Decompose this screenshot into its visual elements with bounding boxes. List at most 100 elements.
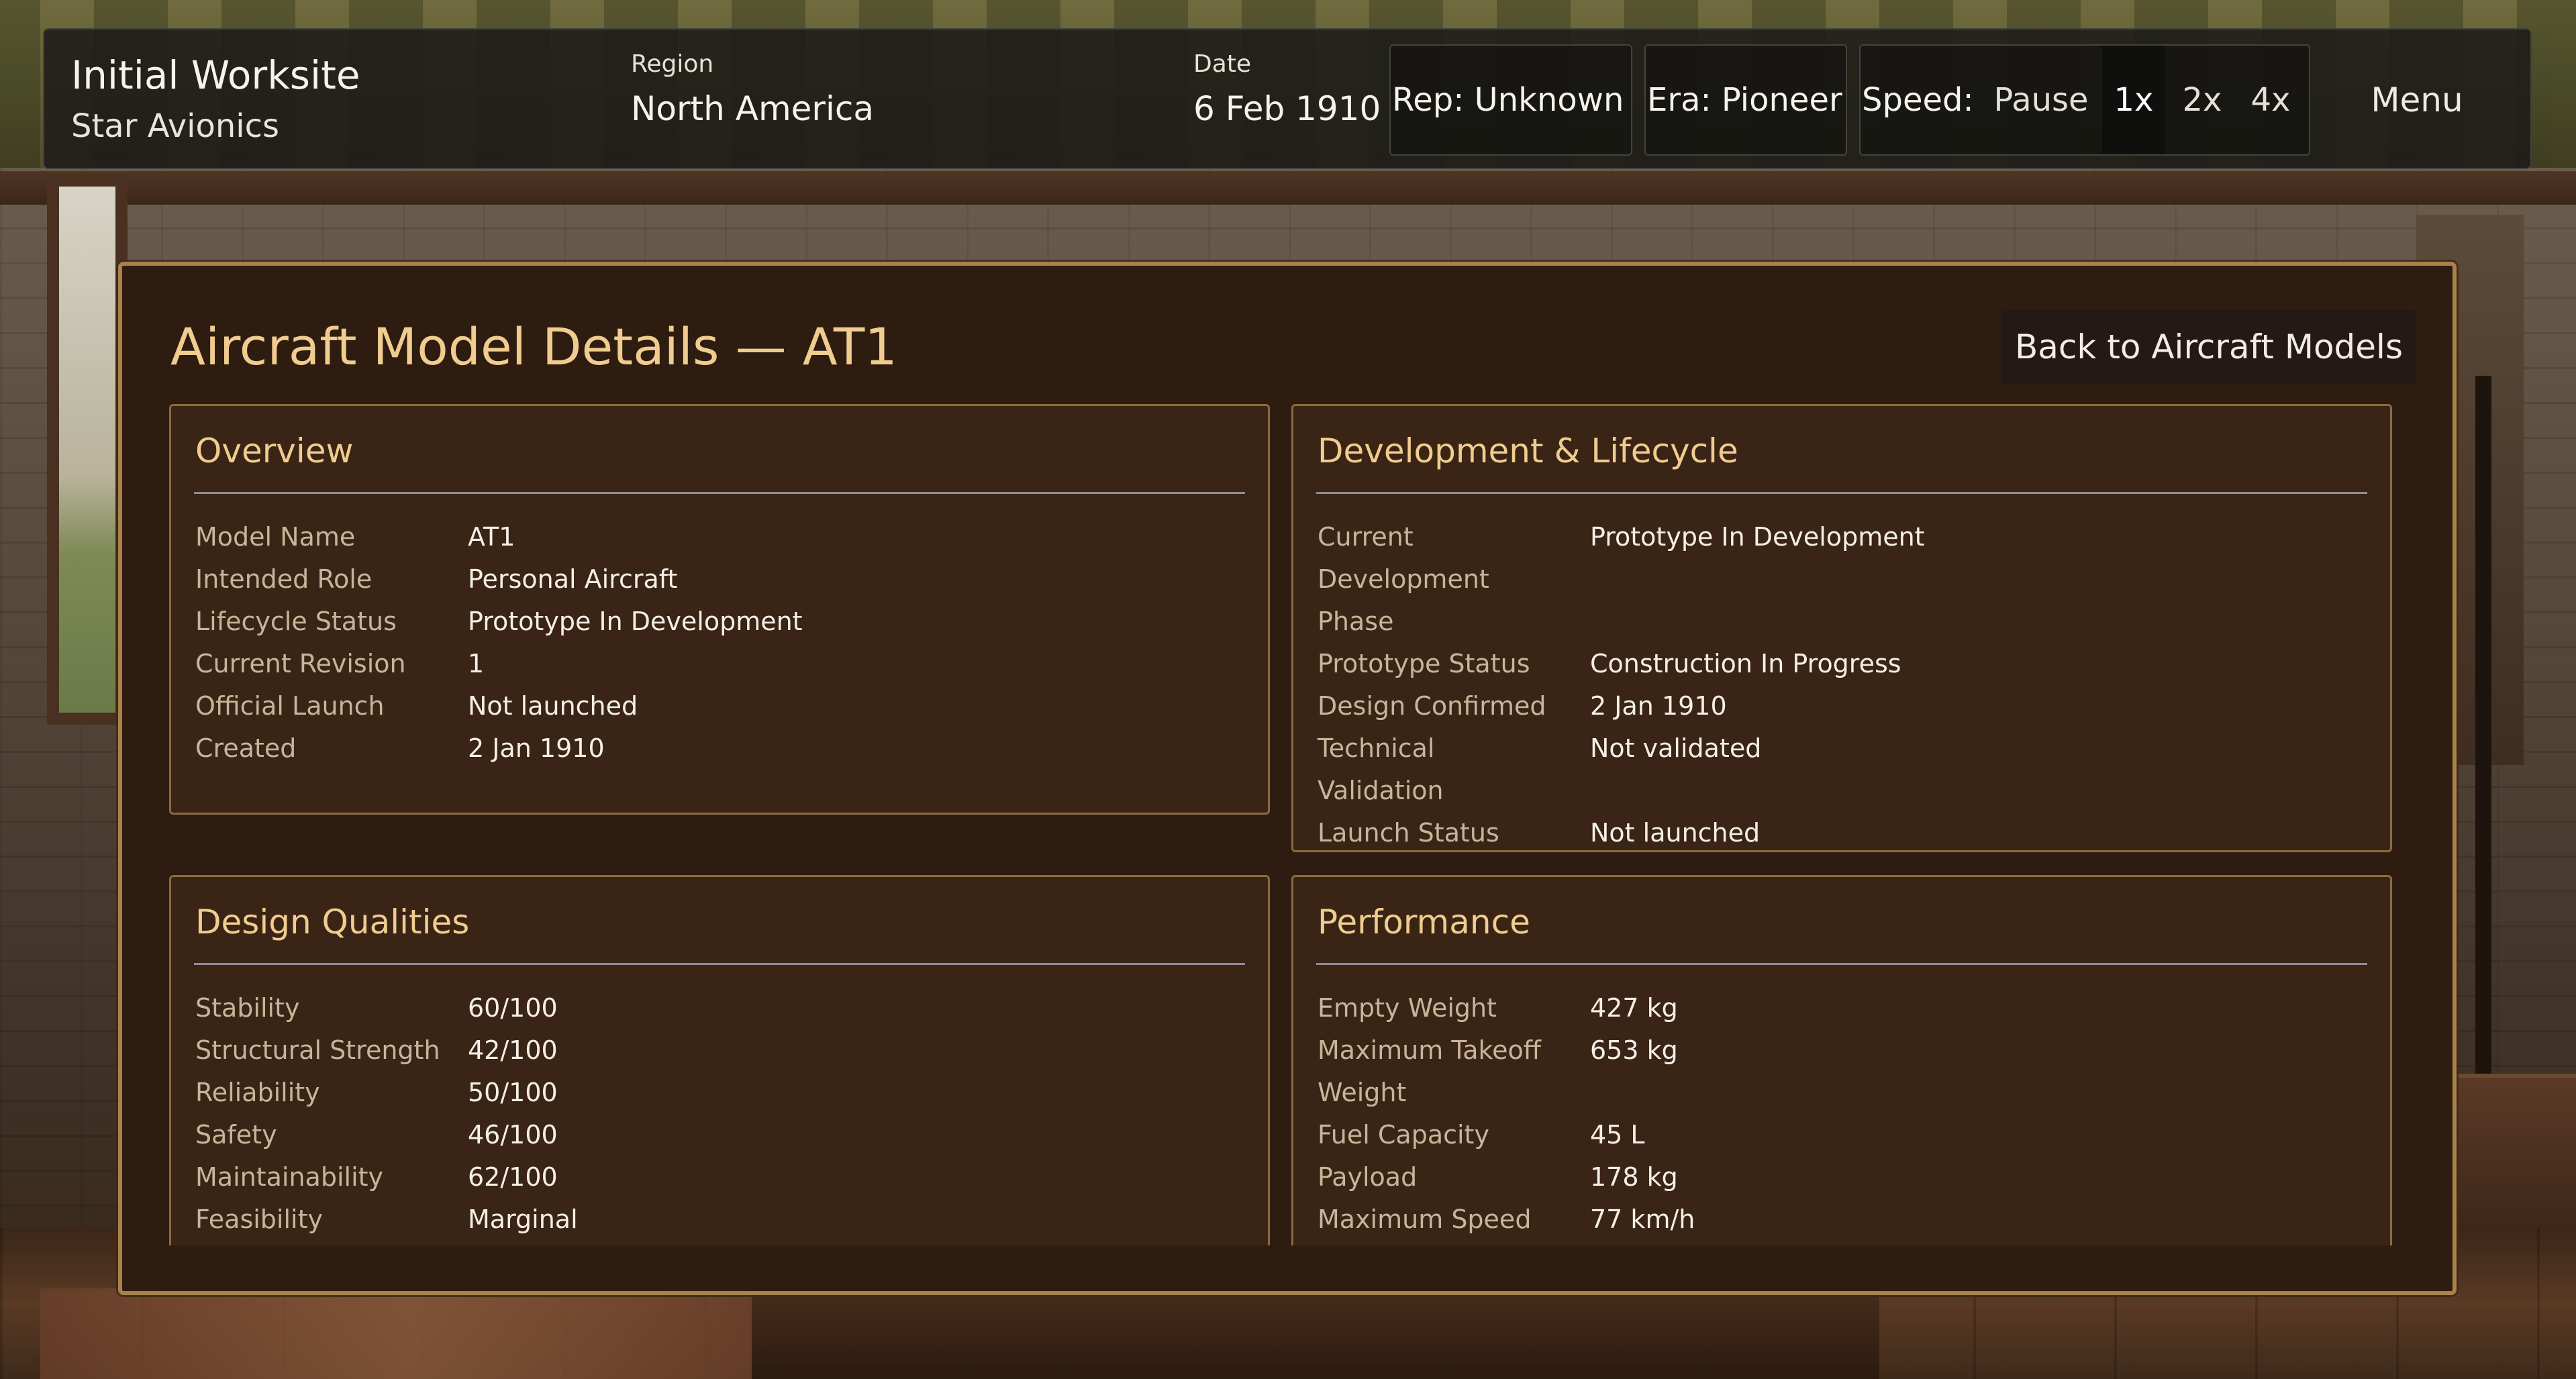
performance-title: Performance bbox=[1318, 903, 1530, 941]
row-label: Safety bbox=[195, 1120, 277, 1150]
detail-row: Lifecycle Status Prototype In Development bbox=[195, 601, 1244, 643]
worksite-title: Initial Worksite bbox=[71, 52, 360, 98]
row-value: 42/100 bbox=[468, 1035, 558, 1065]
details-scroll-area[interactable]: Overview Model Name AT1 Intended Role Pers… bbox=[169, 404, 2411, 1245]
menu-button[interactable]: Menu bbox=[2326, 44, 2508, 156]
row-value: Prototype In Development bbox=[468, 607, 803, 636]
row-value: Not launched bbox=[1590, 818, 1761, 848]
overview-title: Overview bbox=[195, 431, 354, 470]
row-label: Maintainability bbox=[195, 1162, 384, 1192]
row-label: Launch Status bbox=[1318, 818, 1499, 848]
row-label: Intended Role bbox=[195, 564, 373, 594]
background-trunk bbox=[2457, 1074, 2576, 1252]
row-label: Empty Weight bbox=[1318, 993, 1497, 1023]
row-value: 427 kg bbox=[1590, 993, 1678, 1023]
detail-row: Current Development Phase Prototype In De… bbox=[1318, 516, 2366, 643]
detail-row: Created 2 Jan 1910 bbox=[195, 727, 1244, 770]
detail-row: Reliability 50/100 bbox=[195, 1072, 1244, 1114]
row-label: Stability bbox=[195, 993, 300, 1023]
detail-row: Fuel Capacity 45 L bbox=[1318, 1114, 2366, 1156]
detail-row: Structural Strength 42/100 bbox=[195, 1029, 1244, 1072]
detail-row: Safety 46/100 bbox=[195, 1114, 1244, 1156]
row-label: Model Name bbox=[195, 522, 356, 552]
detail-row: Current Revision 1 bbox=[195, 643, 1244, 685]
row-value: 60/100 bbox=[468, 993, 558, 1023]
background-window bbox=[47, 174, 128, 725]
detail-row: Maximum Speed 77 km/h bbox=[1318, 1198, 2366, 1241]
development-lifecycle-card: Development & Lifecycle Current Developm… bbox=[1291, 404, 2392, 852]
performance-rows: Empty Weight 427 kg Maximum Takeoff Weigh… bbox=[1318, 987, 2366, 1241]
row-value: Not launched bbox=[468, 691, 638, 721]
row-value: Not validated bbox=[1590, 733, 1762, 763]
divider bbox=[194, 963, 1245, 965]
row-label: Reliability bbox=[195, 1078, 320, 1107]
row-label: Created bbox=[195, 733, 297, 763]
detail-row: Payload 178 kg bbox=[1318, 1156, 2366, 1198]
detail-row: Technical Validation Not validated bbox=[1318, 727, 2366, 812]
row-label: Payload bbox=[1318, 1162, 1418, 1192]
detail-row: Maintainability 62/100 bbox=[195, 1156, 1244, 1198]
design-qualities-title: Design Qualities bbox=[195, 903, 470, 941]
design-rows: Stability 60/100 Structural Strength 42/10… bbox=[195, 987, 1244, 1241]
reputation-text: Rep: Unknown bbox=[1392, 81, 1624, 119]
detail-row: Empty Weight 427 kg bbox=[1318, 987, 2366, 1029]
detail-row: Maximum Takeoff Weight 653 kg bbox=[1318, 1029, 2366, 1114]
date-label: Date bbox=[1193, 50, 1252, 78]
top-hud-bar: Initial Worksite Star Avionics Region No… bbox=[43, 28, 2532, 169]
row-value: 1 bbox=[468, 649, 485, 678]
detail-row: Official Launch Not launched bbox=[195, 685, 1244, 727]
era-text: Era: Pioneer bbox=[1647, 81, 1842, 119]
date-field: Date 6 Feb 1910 bbox=[1193, 46, 1381, 134]
region-value: North America bbox=[631, 89, 874, 128]
row-value: 62/100 bbox=[468, 1162, 558, 1192]
detail-row: Stability 60/100 bbox=[195, 987, 1244, 1029]
back-to-aircraft-models-button[interactable]: Back to Aircraft Models bbox=[2001, 310, 2416, 384]
row-value: 2 Jan 1910 bbox=[1590, 691, 1727, 721]
speed-pause-button[interactable]: Pause bbox=[1980, 46, 2102, 154]
row-label: Structural Strength bbox=[195, 1035, 440, 1065]
row-label: Maximum Takeoff Weight bbox=[1318, 1035, 1541, 1107]
row-label: Prototype Status bbox=[1318, 649, 1530, 678]
design-qualities-card: Design Qualities Stability 60/100 Structu… bbox=[169, 875, 1270, 1245]
page-title: Aircraft Model Details — AT1 bbox=[170, 317, 897, 376]
row-label: Maximum Speed bbox=[1318, 1205, 1532, 1234]
development-title: Development & Lifecycle bbox=[1318, 431, 1738, 470]
row-value: 653 kg bbox=[1590, 1035, 1678, 1065]
speed-4x-button[interactable]: 4x bbox=[2239, 46, 2302, 154]
divider bbox=[194, 492, 1245, 494]
era-badge: Era: Pioneer bbox=[1644, 44, 1847, 156]
divider bbox=[1316, 963, 2367, 965]
company-name: Star Avionics bbox=[71, 107, 279, 145]
row-value: 46/100 bbox=[468, 1120, 558, 1150]
divider bbox=[1316, 492, 2367, 494]
speed-2x-button[interactable]: 2x bbox=[2165, 46, 2239, 154]
row-value: 50/100 bbox=[468, 1078, 558, 1107]
speed-control: Speed: Pause 1x 2x 4x bbox=[1859, 44, 2310, 156]
row-label: Current Development Phase bbox=[1318, 522, 1489, 636]
development-rows: Current Development Phase Prototype In De… bbox=[1318, 516, 2366, 854]
performance-card: Performance Empty Weight 427 kg Maximum T… bbox=[1291, 875, 2392, 1245]
detail-row: Launch Status Not launched bbox=[1318, 812, 2366, 854]
reputation-badge: Rep: Unknown bbox=[1389, 44, 1632, 156]
row-label: Design Confirmed bbox=[1318, 691, 1546, 721]
row-value: Prototype In Development bbox=[1590, 522, 1925, 552]
overview-card: Overview Model Name AT1 Intended Role Pers… bbox=[169, 404, 1270, 815]
region-field: Region North America bbox=[631, 46, 874, 134]
region-label: Region bbox=[631, 50, 714, 78]
detail-row: Intended Role Personal Aircraft bbox=[195, 558, 1244, 601]
background-beam bbox=[0, 171, 2576, 205]
row-value: 178 kg bbox=[1590, 1162, 1678, 1192]
detail-row: Feasibility Marginal bbox=[195, 1198, 1244, 1241]
row-label: Fuel Capacity bbox=[1318, 1120, 1489, 1150]
aircraft-details-panel: Aircraft Model Details — AT1 Back to Air… bbox=[118, 262, 2457, 1295]
speed-1x-button[interactable]: 1x bbox=[2102, 46, 2165, 154]
row-value: Marginal bbox=[468, 1205, 578, 1234]
row-value: Personal Aircraft bbox=[468, 564, 678, 594]
detail-row: Prototype Status Construction In Progress bbox=[1318, 643, 2366, 685]
row-label: Official Launch bbox=[195, 691, 385, 721]
game-screen: Initial Worksite Star Avionics Region No… bbox=[0, 0, 2576, 1379]
row-label: Lifecycle Status bbox=[195, 607, 397, 636]
row-label: Feasibility bbox=[195, 1205, 323, 1234]
row-value: Construction In Progress bbox=[1590, 649, 1901, 678]
background-rug bbox=[40, 1288, 779, 1379]
